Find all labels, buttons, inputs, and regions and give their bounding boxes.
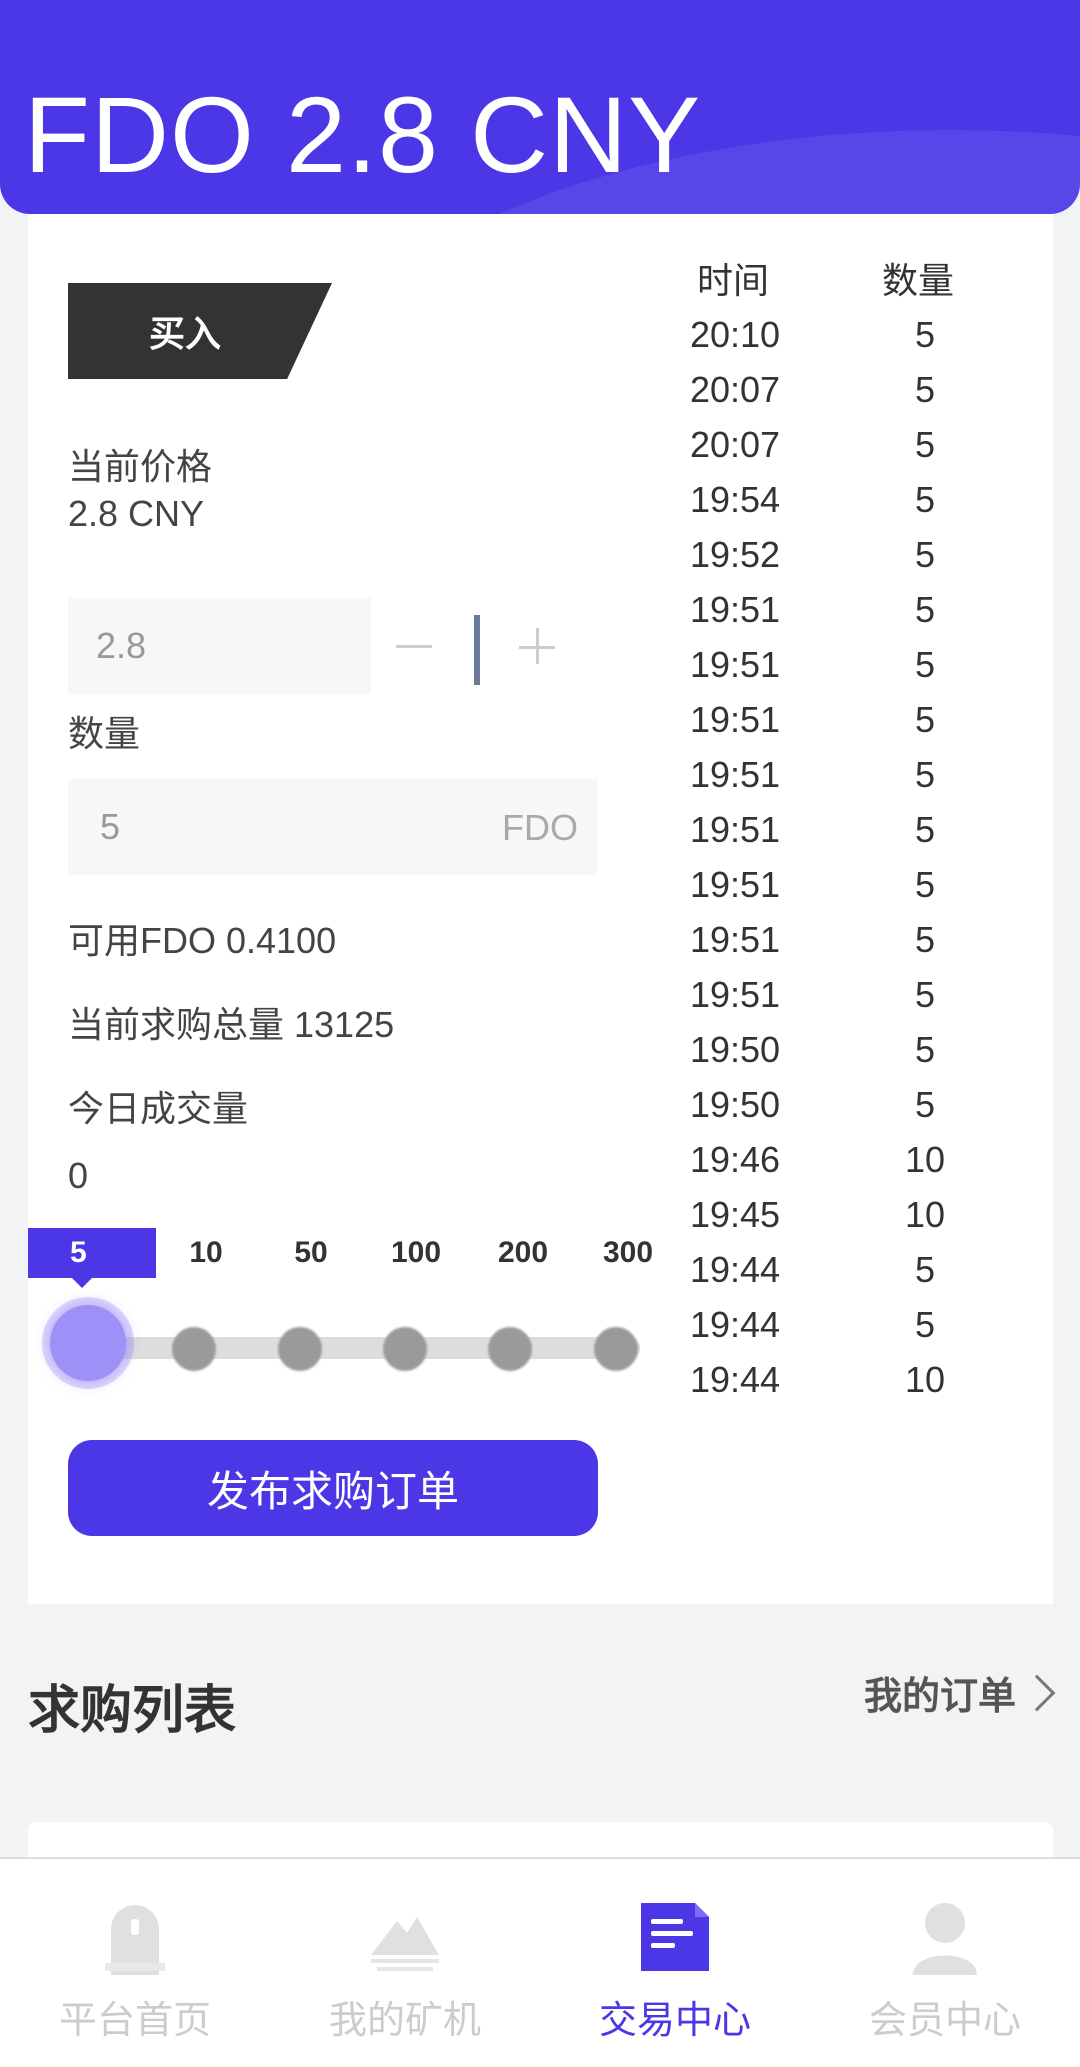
slider-step-10[interactable] xyxy=(172,1327,216,1371)
tab-miner[interactable]: 我的矿机 xyxy=(270,1859,540,2067)
trade-time: 19:44 xyxy=(689,1359,781,1400)
trade-time: 19:51 xyxy=(689,974,781,1015)
trade-header-qty: 数量 xyxy=(882,260,955,301)
trade-time: 20:07 xyxy=(689,424,781,465)
tab-member[interactable]: 会员中心 xyxy=(810,1859,1080,2067)
trade-time: 19:50 xyxy=(689,1029,781,1070)
trade-time: 19:51 xyxy=(689,699,781,740)
buy-tab[interactable]: 买入 xyxy=(68,283,332,379)
today-volume-value: 0 xyxy=(68,1155,89,1196)
trade-qty: 5 xyxy=(914,1304,936,1345)
trade-qty: 5 xyxy=(914,699,936,740)
bottom-tab-bar: 平台首页 我的矿机 交易中心 会员中心 xyxy=(0,1857,1080,2067)
trade-time: 19:45 xyxy=(689,1194,781,1235)
trade-qty: 5 xyxy=(914,479,936,520)
tab-label: 交易中心 xyxy=(598,2000,751,2042)
trade-qty: 5 xyxy=(914,754,936,795)
document-icon xyxy=(641,1903,709,1971)
price-input[interactable] xyxy=(68,598,371,694)
slider-step-200[interactable] xyxy=(488,1327,532,1371)
trade-time: 19:51 xyxy=(689,754,781,795)
slider-step-300[interactable] xyxy=(594,1327,638,1371)
preset-300[interactable]: 300 xyxy=(576,1228,680,1278)
trade-qty: 10 xyxy=(904,1359,946,1400)
home-icon xyxy=(105,1905,165,1975)
preset-100[interactable]: 100 xyxy=(366,1228,466,1278)
trade-qty: 10 xyxy=(904,1194,946,1235)
section-title: 求购列表 xyxy=(28,1682,237,1740)
trade-time: 19:51 xyxy=(689,864,781,905)
price-stepper-divider xyxy=(474,615,480,685)
mountain-icon xyxy=(371,1917,439,1971)
trade-qty: 5 xyxy=(914,1249,936,1290)
minus-icon xyxy=(396,644,432,648)
trade-time: 19:44 xyxy=(689,1304,781,1345)
trade-qty: 5 xyxy=(914,919,936,960)
page-title: FDO 2.8 CNY xyxy=(24,74,702,195)
trade-qty: 10 xyxy=(904,1139,946,1180)
trade-qty: 5 xyxy=(914,369,936,410)
trade-header-time: 时间 xyxy=(697,260,770,301)
total-demand: 当前求购总量 13125 xyxy=(68,1004,395,1045)
trade-qty: 5 xyxy=(914,809,936,850)
current-price-label: 当前价格 xyxy=(68,446,213,487)
trade-time: 19:51 xyxy=(689,919,781,960)
header-banner: FDO 2.8 CNY xyxy=(0,0,1080,214)
trade-qty: 5 xyxy=(914,424,936,465)
tab-trade[interactable]: 交易中心 xyxy=(540,1859,810,2067)
trade-time: 19:46 xyxy=(689,1139,781,1180)
preset-5[interactable]: 5 xyxy=(28,1228,156,1288)
trade-time: 19:44 xyxy=(689,1249,781,1290)
preset-10[interactable]: 10 xyxy=(156,1228,256,1278)
user-icon xyxy=(913,1903,977,1975)
trade-time: 19:52 xyxy=(689,534,781,575)
today-volume-label: 今日成交量 xyxy=(68,1088,249,1129)
slider-track[interactable] xyxy=(80,1337,640,1359)
trade-qty: 5 xyxy=(914,644,936,685)
available-balance: 可用FDO 0.4100 xyxy=(68,920,337,961)
my-orders-label: 我的订单 xyxy=(863,1676,1016,1718)
trade-time: 19:50 xyxy=(689,1084,781,1125)
trade-qty: 5 xyxy=(914,534,936,575)
trade-qty: 5 xyxy=(914,864,936,905)
tab-home[interactable]: 平台首页 xyxy=(0,1859,270,2067)
quantity-slider[interactable] xyxy=(50,1305,640,1385)
trade-time: 20:07 xyxy=(689,369,781,410)
quantity-field: FDO xyxy=(68,779,598,875)
quantity-input[interactable] xyxy=(68,779,448,875)
price-increase-button[interactable] xyxy=(519,628,559,668)
preset-50[interactable]: 50 xyxy=(256,1228,366,1278)
slider-handle[interactable] xyxy=(50,1305,126,1381)
my-orders-link[interactable]: 我的订单 xyxy=(863,1665,1056,1720)
trade-qty: 5 xyxy=(914,1029,936,1070)
quantity-unit: FDO xyxy=(502,807,578,848)
preset-200[interactable]: 200 xyxy=(468,1228,578,1278)
publish-order-button[interactable]: 发布求购订单 xyxy=(68,1440,598,1536)
trade-qty: 5 xyxy=(914,589,936,630)
trade-qty: 5 xyxy=(914,314,936,355)
trade-time: 20:10 xyxy=(689,314,781,355)
tab-label: 会员中心 xyxy=(868,2000,1021,2042)
tab-label: 我的矿机 xyxy=(328,2000,481,2042)
trade-qty: 5 xyxy=(914,1084,936,1125)
trade-time: 19:51 xyxy=(689,589,781,630)
price-decrease-button[interactable] xyxy=(392,624,436,668)
trade-time: 19:51 xyxy=(689,644,781,685)
trade-time: 19:51 xyxy=(689,809,781,850)
chevron-right-icon xyxy=(1018,1674,1056,1711)
tab-label: 平台首页 xyxy=(58,2000,211,2042)
quantity-label: 数量 xyxy=(68,713,141,754)
slider-step-50[interactable] xyxy=(278,1327,322,1371)
current-price-value: 2.8 CNY xyxy=(68,493,205,534)
trade-time: 19:54 xyxy=(689,479,781,520)
quantity-presets: 5 10 50 100 200 300 xyxy=(28,1228,653,1288)
slider-step-100[interactable] xyxy=(383,1327,427,1371)
trade-qty: 5 xyxy=(914,974,936,1015)
